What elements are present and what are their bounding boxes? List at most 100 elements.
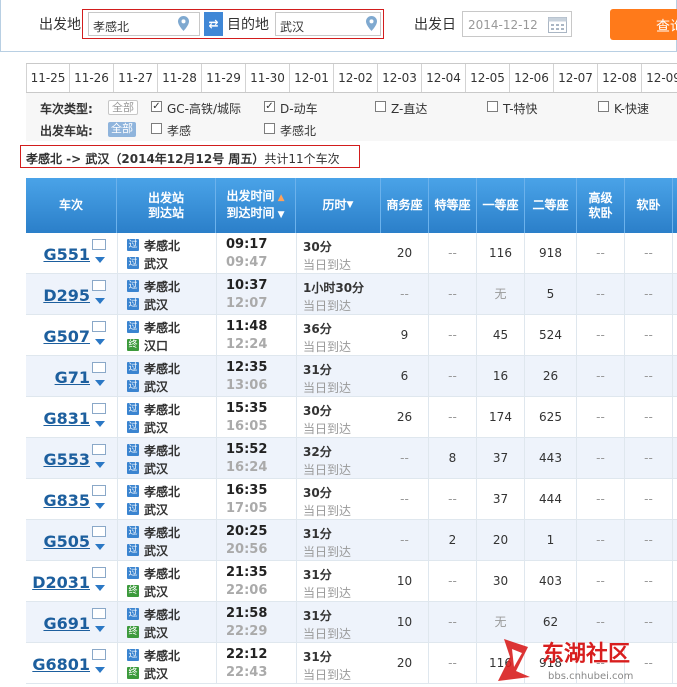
date-tab[interactable]: 11-28 [158, 64, 202, 92]
date-tab[interactable]: 12-01 [290, 64, 334, 92]
seat-business: -- [381, 274, 429, 314]
seat-soft: -- [625, 643, 673, 683]
ticket-icon[interactable] [92, 239, 106, 250]
pass-tag: 过 [127, 444, 139, 456]
pass-tag: 过 [127, 239, 139, 251]
header-stations[interactable]: 出发站 到达站 [117, 178, 216, 233]
to-station: 武汉 [144, 626, 169, 640]
arrival-note: 当日到达 [303, 258, 352, 272]
seat-first: 无 [477, 602, 525, 642]
expand-arrow-icon[interactable] [95, 626, 105, 632]
seat-soft: -- [625, 479, 673, 519]
depart-station-checkbox[interactable] [264, 123, 275, 134]
pass-tag: 过 [127, 567, 139, 579]
depart-station-option-label[interactable]: 孝感北 [280, 122, 316, 139]
location-pin-icon[interactable] [366, 16, 377, 31]
train-type-checkbox[interactable]: ✓ [151, 101, 162, 112]
train-number-link[interactable]: G505 [32, 532, 90, 551]
seat-second: 26 [525, 356, 577, 396]
expand-arrow-icon[interactable] [95, 339, 105, 345]
ticket-icon[interactable] [92, 567, 106, 578]
date-tab[interactable]: 12-04 [422, 64, 466, 92]
expand-arrow-icon[interactable] [95, 380, 105, 386]
seat-premium: -- [577, 643, 625, 683]
depart-station-option-label[interactable]: 孝感 [167, 122, 191, 139]
table-row: G835 过孝感北过武汉 16:35 17:05 30分 当日到达 -- -- 37 444 -- -… [26, 479, 677, 520]
ticket-icon[interactable] [92, 444, 106, 455]
train-number-link[interactable]: G553 [32, 450, 90, 469]
depart-station-all-button[interactable]: 全部 [108, 122, 136, 137]
header-premium-soft: 高级 软卧 [577, 178, 625, 233]
ticket-icon[interactable] [92, 280, 106, 291]
ticket-icon[interactable] [92, 321, 106, 332]
train-type-option-label[interactable]: Z-直达 [391, 100, 427, 117]
depart-station-checkbox[interactable] [151, 123, 162, 134]
ticket-icon[interactable] [92, 526, 106, 537]
date-tab[interactable]: 12-02 [334, 64, 378, 92]
date-tab[interactable]: 11-30 [246, 64, 290, 92]
to-station-tag: 过 [127, 462, 139, 474]
ticket-icon[interactable] [92, 649, 106, 660]
swap-stations-button[interactable]: ⇄ [204, 12, 223, 36]
depart-time: 21:58 [226, 606, 268, 621]
train-number-link[interactable]: D2031 [32, 573, 90, 592]
duration: 1小时30分 [303, 281, 365, 295]
train-number-link[interactable]: G691 [32, 614, 90, 633]
train-number-link[interactable]: G6801 [32, 655, 90, 674]
seat-premium: -- [577, 520, 625, 560]
expand-arrow-icon[interactable] [95, 585, 105, 591]
train-number-link[interactable]: G835 [32, 491, 90, 510]
date-tab[interactable]: 11-27 [114, 64, 158, 92]
date-tab[interactable]: 12-07 [554, 64, 598, 92]
ticket-icon[interactable] [92, 362, 106, 373]
ticket-icon[interactable] [92, 608, 106, 619]
arrive-time: 16:24 [226, 460, 268, 475]
expand-arrow-icon[interactable] [95, 462, 105, 468]
expand-arrow-icon[interactable] [95, 421, 105, 427]
expand-arrow-icon[interactable] [95, 544, 105, 550]
expand-arrow-icon[interactable] [95, 298, 105, 304]
header-train[interactable]: 车次 [26, 178, 117, 233]
duration: 31分 [303, 568, 332, 582]
seat-special: -- [429, 602, 477, 642]
duration: 30分 [303, 486, 332, 500]
seat-special: -- [429, 561, 477, 601]
header-duration[interactable]: 历时 ▼ [296, 178, 381, 233]
seat-second: 1 [525, 520, 577, 560]
expand-arrow-icon[interactable] [95, 503, 105, 509]
date-tab[interactable]: 11-25 [26, 64, 70, 92]
location-pin-icon[interactable] [178, 16, 189, 31]
date-tab[interactable]: 12-08 [598, 64, 642, 92]
train-type-checkbox[interactable] [598, 101, 609, 112]
header-times[interactable]: 出发时间 ▲ 到达时间 ▼ [216, 178, 296, 233]
to-station: 武汉 [144, 667, 169, 681]
date-tab[interactable]: 12-09 [642, 64, 677, 92]
date-tab[interactable]: 11-26 [70, 64, 114, 92]
train-number-link[interactable]: G551 [32, 245, 90, 264]
train-type-option-label[interactable]: GC-高铁/城际 [167, 100, 241, 117]
date-tab[interactable]: 12-06 [510, 64, 554, 92]
train-number-link[interactable]: G507 [32, 327, 90, 346]
train-type-checkbox[interactable]: ✓ [264, 101, 275, 112]
expand-arrow-icon[interactable] [95, 257, 105, 263]
depart-station-label: 出发车站: [40, 124, 93, 138]
ticket-icon[interactable] [92, 403, 106, 414]
train-type-option-label[interactable]: K-快速 [614, 100, 649, 117]
date-tab[interactable]: 12-03 [378, 64, 422, 92]
train-type-checkbox[interactable] [487, 101, 498, 112]
ticket-icon[interactable] [92, 485, 106, 496]
train-type-option-label[interactable]: T-特快 [503, 100, 538, 117]
train-number-link[interactable]: G831 [32, 409, 90, 428]
train-number-link[interactable]: D295 [32, 286, 90, 305]
expand-arrow-icon[interactable] [95, 667, 105, 673]
query-button[interactable]: 查询 [610, 9, 677, 40]
from-station: 孝感北 [144, 485, 181, 499]
seat-soft: -- [625, 356, 673, 396]
train-type-checkbox[interactable] [375, 101, 386, 112]
calendar-icon[interactable] [548, 15, 567, 33]
train-type-option-label[interactable]: D-动车 [280, 100, 318, 117]
date-tab[interactable]: 11-29 [202, 64, 246, 92]
date-tab[interactable]: 12-05 [466, 64, 510, 92]
train-type-all-button[interactable]: 全部 [108, 100, 138, 115]
train-number-link[interactable]: G71 [32, 368, 90, 387]
